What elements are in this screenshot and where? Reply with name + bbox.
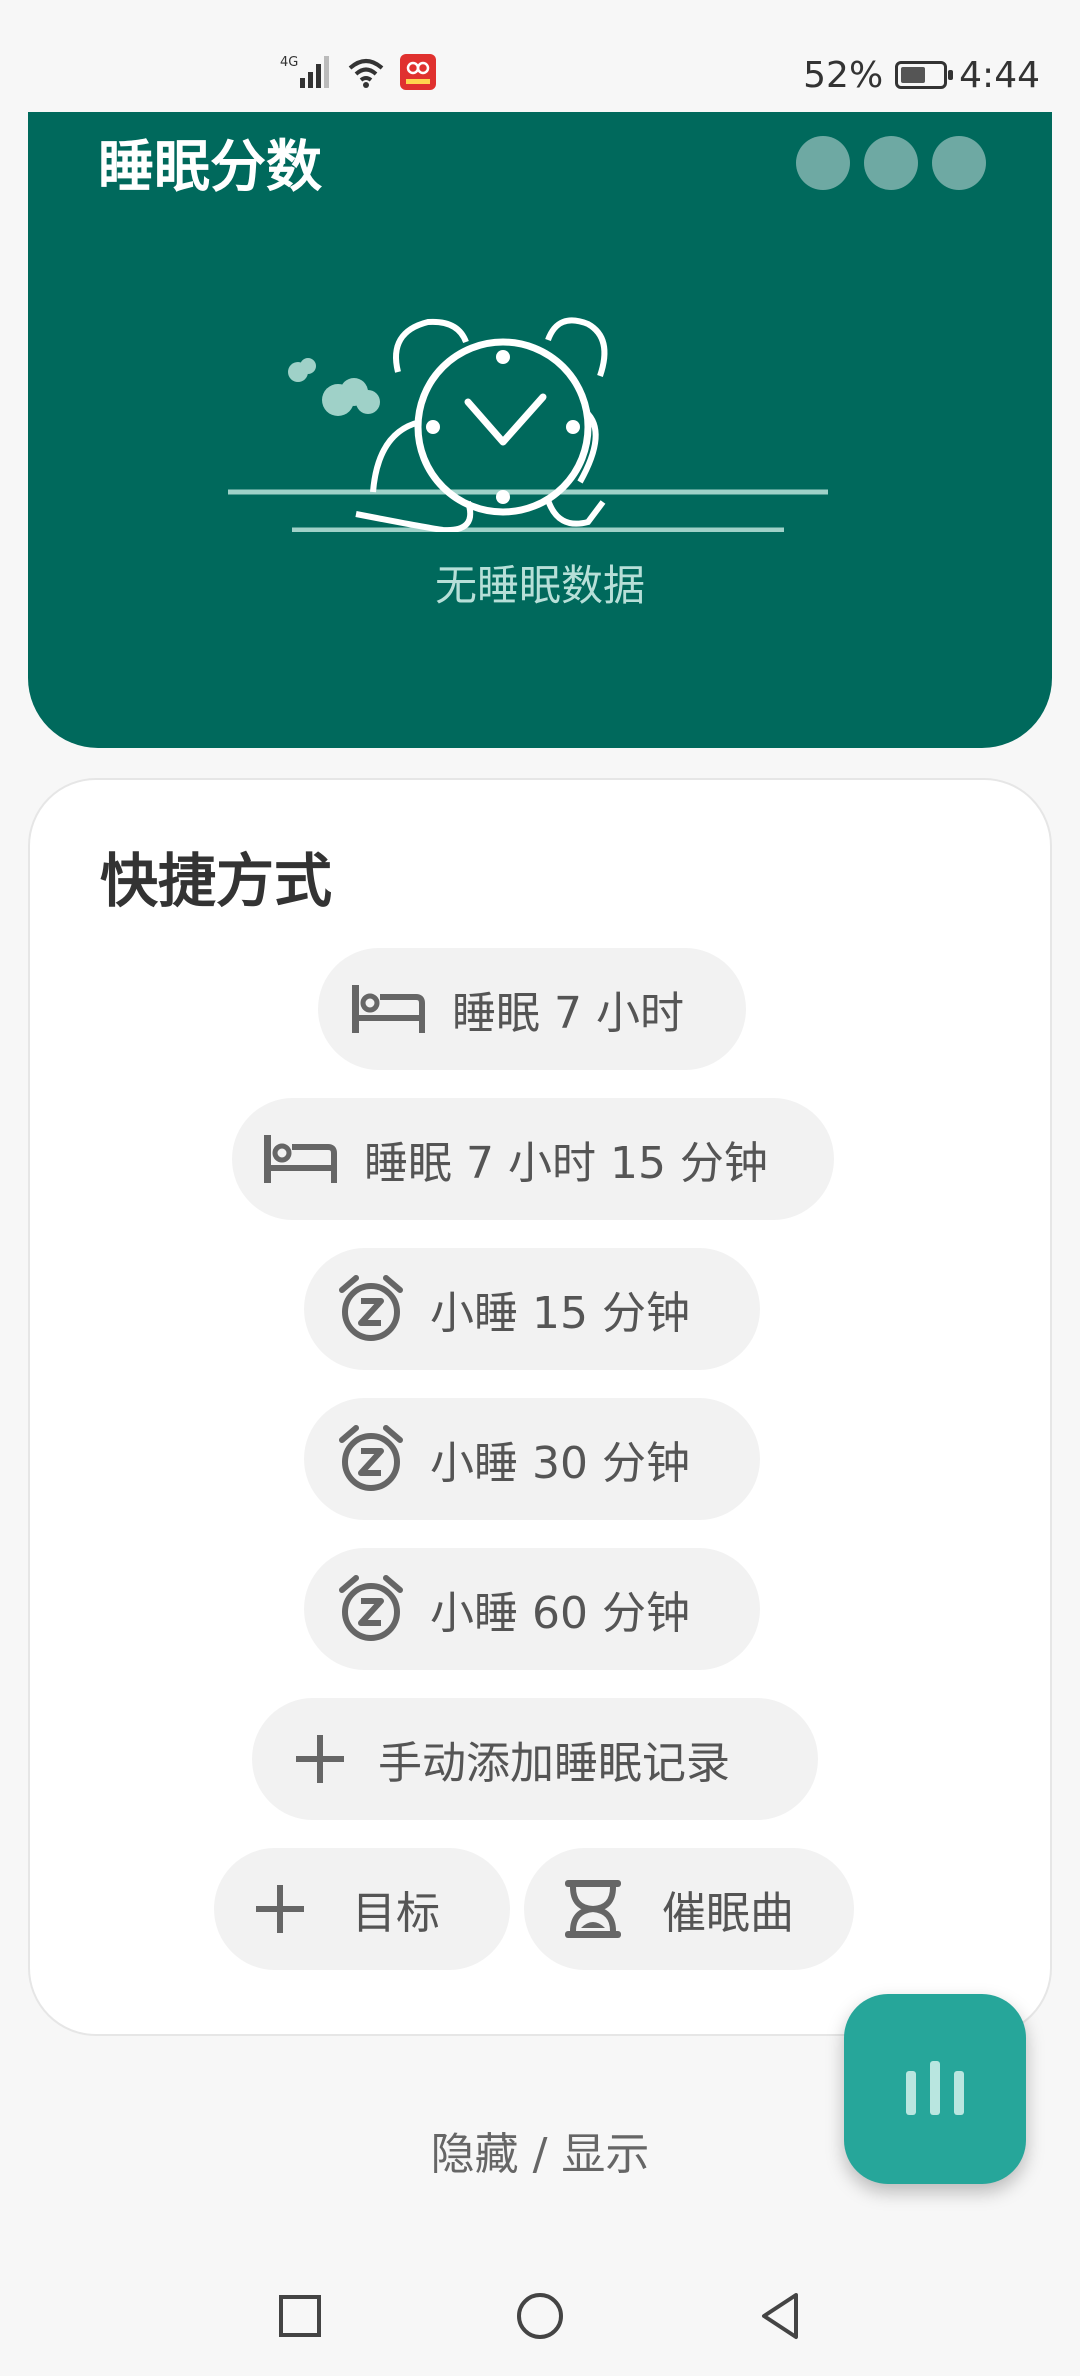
- lullaby-button[interactable]: 催眠曲: [524, 1848, 854, 1970]
- snooze-alarm-icon: [336, 1274, 406, 1344]
- plus-icon: [252, 1883, 308, 1935]
- page-dot[interactable]: [932, 136, 986, 190]
- clock: 4:44: [959, 54, 1040, 96]
- plus-icon: [292, 1733, 348, 1785]
- battery-percent: 52%: [803, 54, 884, 96]
- shortcut-label: 睡眠 7 小时 15 分钟: [364, 1138, 768, 1189]
- shortcut-label: 小睡 30 分钟: [430, 1438, 690, 1489]
- page-dot[interactable]: [796, 136, 850, 190]
- shortcut-label: 目标: [352, 1888, 440, 1939]
- sleep-score-title: 睡眠分数: [98, 135, 322, 200]
- shortcut-nap-30-button[interactable]: 小睡 30 分钟: [304, 1398, 760, 1520]
- home-icon[interactable]: [514, 2290, 566, 2346]
- back-icon[interactable]: [756, 2290, 804, 2346]
- shortcut-nap-15-button[interactable]: 小睡 15 分钟: [304, 1248, 760, 1370]
- bed-icon: [260, 1133, 340, 1185]
- shortcut-sleep-7h15m-button[interactable]: 睡眠 7 小时 15 分钟: [232, 1098, 834, 1220]
- bed-icon: [348, 983, 428, 1035]
- page-dot[interactable]: [864, 136, 918, 190]
- shortcut-label: 小睡 60 分钟: [430, 1588, 690, 1639]
- hourglass-icon: [560, 1878, 626, 1940]
- add-sleep-record-button[interactable]: 手动添加睡眠记录: [252, 1698, 818, 1820]
- page-indicator: [796, 136, 986, 190]
- shortcut-label: 小睡 15 分钟: [430, 1288, 690, 1339]
- shortcuts-card: 快捷方式 睡眠 7 小时 睡眠 7 小时 15 分钟 小睡 15 分钟 小睡 3…: [28, 778, 1052, 2036]
- svg-text:4G: 4G: [280, 55, 298, 70]
- system-navigation-bar: [0, 2260, 1080, 2376]
- status-bar: 4G 52% 4:44: [0, 0, 1080, 110]
- snooze-alarm-icon: [336, 1424, 406, 1494]
- signal-icon: 4G: [280, 52, 332, 96]
- shortcut-label: 睡眠 7 小时: [452, 988, 684, 1039]
- status-right: 52% 4:44: [803, 50, 1040, 100]
- app-notification-icon: [400, 54, 436, 94]
- recent-apps-icon[interactable]: [276, 2292, 324, 2344]
- shortcuts-title: 快捷方式: [100, 847, 333, 915]
- running-alarm-clock-illustration: [228, 272, 868, 534]
- shortcut-sleep-7h-button[interactable]: 睡眠 7 小时: [318, 948, 746, 1070]
- wifi-icon: [346, 54, 386, 94]
- shortcut-label: 手动添加睡眠记录: [378, 1738, 730, 1789]
- shortcut-label: 催眠曲: [662, 1888, 794, 1939]
- battery-icon: [895, 61, 954, 89]
- status-icons: 4G: [280, 52, 436, 96]
- sleep-score-card[interactable]: 睡眠分数 无睡眠数据: [28, 112, 1052, 748]
- bar-chart-icon: [900, 2057, 970, 2121]
- snooze-alarm-icon: [336, 1574, 406, 1644]
- shortcut-nap-60-button[interactable]: 小睡 60 分钟: [304, 1548, 760, 1670]
- goal-button[interactable]: 目标: [214, 1848, 510, 1970]
- no-sleep-data-text: 无睡眠数据: [434, 561, 645, 610]
- hide-show-toggle[interactable]: 隐藏 / 显示: [0, 2118, 1080, 2182]
